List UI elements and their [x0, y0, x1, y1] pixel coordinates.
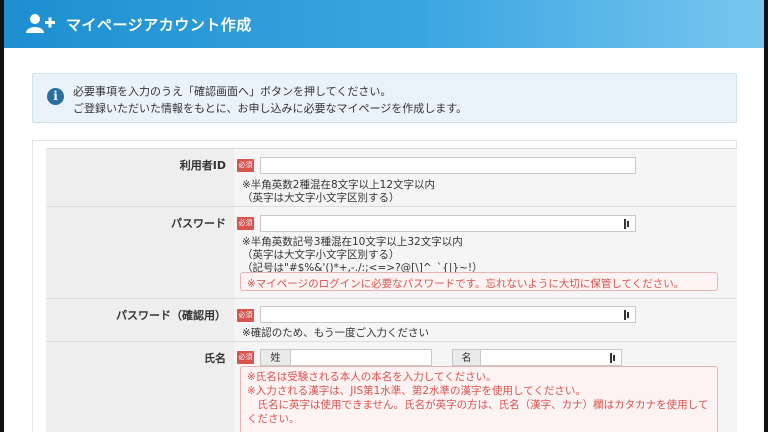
- password-value-cell: 必須 ※半角英数記号3種混在10文字以上32文字以内 （英字は大文字小文字区別す…: [234, 207, 737, 298]
- name-warning: ※氏名は受験される本人の本名を入力してください。 ※入力される漢字は、JIS第1…: [240, 366, 718, 432]
- sei-input[interactable]: [290, 349, 432, 366]
- notice-line-2: ご登録いただいた情報をもとに、お申し込みに必要なマイページを作成します。: [73, 102, 468, 115]
- password-reveal-icon[interactable]: [624, 219, 631, 229]
- password-confirm-note: ※確認のため、もう一度ご入力ください: [242, 327, 429, 339]
- name-value-cell: 必須 姓 名 ※氏名は受験される本人の本名を入力してください。 ※入力される漢字…: [234, 342, 737, 432]
- required-badge: 必須: [237, 309, 254, 322]
- mei-input[interactable]: [480, 349, 622, 366]
- password-input[interactable]: [260, 215, 636, 232]
- required-badge: 必須: [237, 351, 254, 364]
- password-label: パスワード: [46, 207, 234, 298]
- userid-input[interactable]: [260, 157, 636, 174]
- form-row-password: パスワード 必須 ※半角英数記号3種混在10文字以上32文字以内 （英字は大文字…: [46, 206, 737, 298]
- name-warning-line-4: ください。: [247, 413, 300, 425]
- required-badge: 必須: [237, 159, 254, 172]
- password-warning: ※マイページのログインに必要なパスワードです。忘れないように大切に保管してくださ…: [240, 272, 718, 291]
- password-confirm-input[interactable]: [260, 306, 636, 323]
- name-warning-line-2: ※入力される漢字は、JIS第1水準、第2水準の漢字を使用してください。: [247, 385, 586, 397]
- page-frame: マイページアカウント作成 i 必要事項を入力のうえ「確認画面へ」ボタンを押してく…: [4, 0, 764, 432]
- password-confirm-label: パスワード（確認用）: [46, 299, 234, 341]
- password-reveal-icon: [610, 353, 617, 363]
- add-user-icon: [26, 13, 56, 35]
- name-warning-line-3: 氏名に英字は使用できません。氏名が英字の方は、氏名（漢字、カナ）欄はカタカナを使…: [247, 399, 709, 411]
- info-notice: i 必要事項を入力のうえ「確認画面へ」ボタンを押してください。 ご登録いただいた…: [32, 73, 737, 123]
- name-warning-line-1: ※氏名は受験される本人の本名を入力してください。: [247, 371, 497, 383]
- userid-value-cell: 必須 ※半角英数2種混在8文字以上12文字以内 （英字は大文字小文字区別する）: [234, 149, 737, 206]
- password-confirm-value-cell: 必須 ※確認のため、もう一度ご入力ください: [234, 299, 737, 341]
- page-header: マイページアカウント作成: [4, 0, 764, 48]
- name-label: 氏名: [46, 342, 234, 432]
- sei-label: 姓: [260, 349, 290, 366]
- page-title: マイページアカウント作成: [66, 15, 252, 34]
- userid-label: 利用者ID: [46, 149, 234, 206]
- required-badge: 必須: [237, 217, 254, 230]
- userid-note-2: （英字は大文字小文字区別する）: [242, 192, 400, 204]
- form-row-name: 氏名 必須 姓 名 ※氏名は受験される本人の本名を入力してください。 ※入力され…: [46, 341, 737, 432]
- password-warning-text: ※マイページのログインに必要なパスワードです。忘れないように大切に保管してくださ…: [247, 278, 685, 290]
- form-row-password-confirm: パスワード（確認用） 必須 ※確認のため、もう一度ご入力ください: [46, 298, 737, 341]
- form-row-userid: 利用者ID 必須 ※半角英数2種混在8文字以上12文字以内 （英字は大文字小文字…: [46, 148, 737, 206]
- mei-label: 名: [452, 349, 480, 366]
- password-reveal-icon[interactable]: [624, 310, 631, 320]
- notice-line-1: 必要事項を入力のうえ「確認画面へ」ボタンを押してください。: [73, 85, 392, 98]
- info-icon: i: [47, 88, 64, 105]
